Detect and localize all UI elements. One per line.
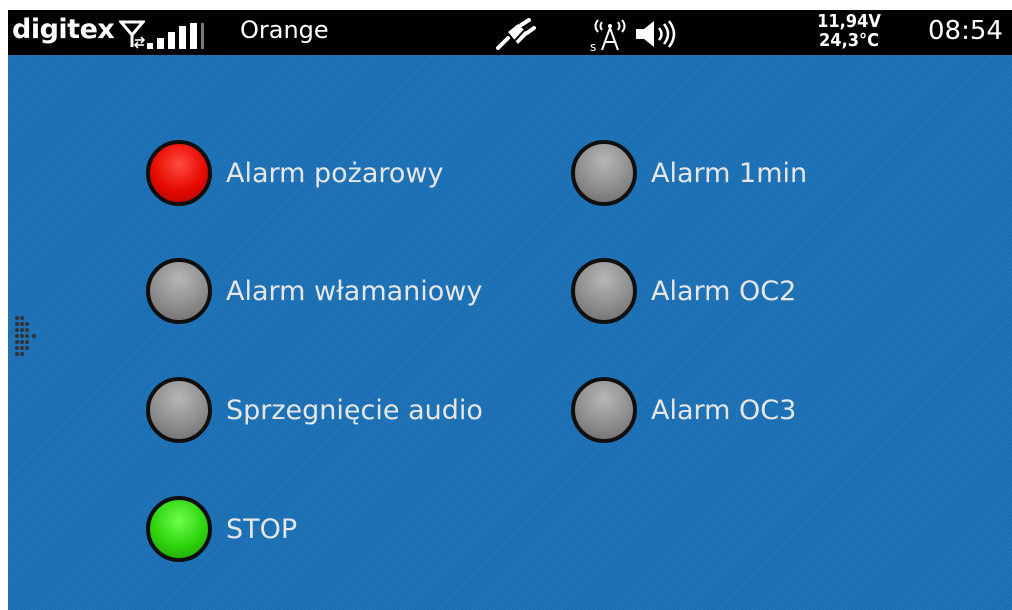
alarm-oc2-label: Alarm OC2 — [651, 275, 797, 307]
signal-strength-icon — [147, 23, 204, 49]
alarm-burglary-button[interactable]: Alarm włamaniowy — [146, 258, 482, 324]
alarm-oc3-label: Alarm OC3 — [651, 394, 797, 426]
audio-coupling-button[interactable]: Sprzegnięcie audio — [146, 377, 483, 443]
speaker-volume-icon — [636, 20, 676, 48]
indicator-light-gray — [571, 377, 637, 443]
alarm-1min-label: Alarm 1min — [651, 157, 808, 189]
indicator-light-gray — [571, 140, 637, 206]
alarm-fire-button[interactable]: Alarm pożarowy — [146, 140, 444, 206]
alarm-oc3-button[interactable]: Alarm OC3 — [571, 377, 796, 443]
indicator-light-gray — [146, 258, 212, 324]
control-panel: Alarm pożarowy Alarm 1min Alarm włamanio… — [8, 55, 1012, 610]
indicator-light-red — [146, 140, 212, 206]
sensor-readout: 11,94V 24,3°C — [809, 12, 889, 50]
stop-label: STOP — [226, 513, 298, 545]
drag-handle-icon[interactable] — [12, 313, 42, 363]
alarm-oc2-button[interactable]: Alarm OC2 — [571, 258, 796, 324]
radio-sa-icon: s — [590, 19, 626, 52]
indicator-light-green — [146, 496, 212, 562]
unplugged-icon — [496, 18, 536, 50]
voltage-value: 11,94V — [817, 11, 881, 32]
status-bar: digitex Orange s 11,94V 24,3°C 08:54 — [8, 10, 1012, 55]
svg-text:s: s — [590, 40, 596, 52]
antenna-transfer-icon — [119, 20, 145, 49]
audio-coupling-label: Sprzegnięcie audio — [226, 394, 483, 426]
indicator-light-gray — [571, 258, 637, 324]
carrier-name: Orange — [240, 16, 329, 44]
temperature-value: 24,3°C — [819, 30, 879, 51]
brand-logo: digitex — [12, 14, 115, 45]
clock: 08:54 — [928, 16, 1003, 46]
alarm-burglary-label: Alarm włamaniowy — [226, 275, 483, 307]
stop-button[interactable]: STOP — [146, 496, 297, 562]
indicator-light-gray — [146, 377, 212, 443]
alarm-fire-label: Alarm pożarowy — [226, 157, 444, 189]
alarm-1min-button[interactable]: Alarm 1min — [571, 140, 807, 206]
